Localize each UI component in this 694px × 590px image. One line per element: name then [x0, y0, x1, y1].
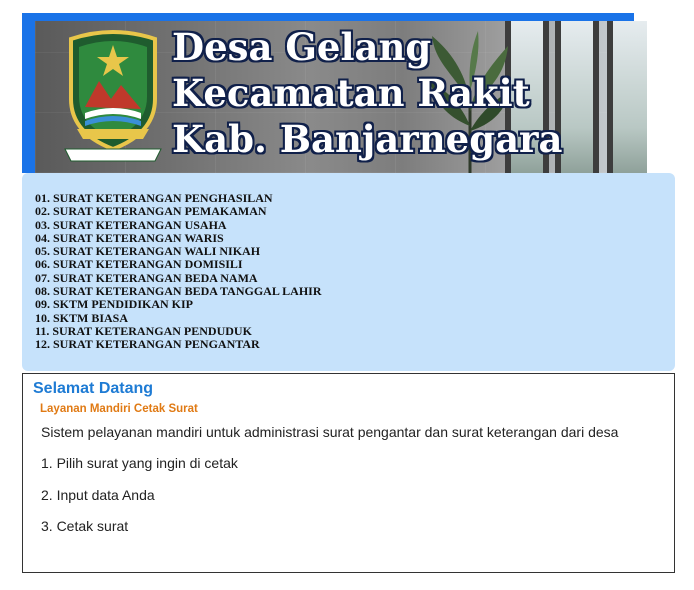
menu-item-beda-tanggal-lahir[interactable]: 08. SURAT KETERANGAN BEDA TANGGAL LAHIR [35, 284, 322, 298]
menu-item-beda-nama[interactable]: 07. SURAT KETERANGAN BEDA NAMA [35, 271, 322, 285]
menu-item-pemakaman[interactable]: 02. SURAT KETERANGAN PEMAKAMAN [35, 204, 322, 218]
menu-item-sktm-kip[interactable]: 09. SKTM PENDIDIKAN KIP [35, 298, 322, 312]
welcome-panel: Selamat Datang Layanan Mandiri Cetak Sur… [22, 373, 675, 573]
welcome-description: Sistem pelayanan mandiri untuk administr… [41, 424, 619, 440]
regency-logo [63, 29, 163, 165]
header-banner: Desa Gelang Kecamatan Rakit Kab. Banjarn… [35, 21, 647, 173]
letter-menu: 01. SURAT KETERANGAN PENGHASILAN 02. SUR… [22, 173, 675, 371]
welcome-title: Selamat Datang [33, 380, 154, 397]
menu-item-penduduk[interactable]: 11. SURAT KETERANGAN PENDUDUK [35, 324, 322, 338]
welcome-subtitle: Layanan Mandiri Cetak Surat [40, 403, 198, 415]
menu-item-penghasilan[interactable]: 01. SURAT KETERANGAN PENGHASILAN [35, 191, 322, 205]
regency-name: Kab. Banjarnegara [172, 117, 563, 161]
district-name: Kecamatan Rakit [172, 71, 530, 115]
letter-menu-list: 01. SURAT KETERANGAN PENGHASILAN 02. SUR… [35, 191, 322, 352]
header-title: Desa Gelang Kecamatan Rakit Kab. Banjarn… [172, 24, 563, 162]
banner-window [607, 21, 647, 173]
menu-item-usaha[interactable]: 03. SURAT KETERANGAN USAHA [35, 218, 322, 232]
step-item: 1. Pilih surat yang ingin di cetak [41, 455, 238, 471]
menu-item-wali-nikah[interactable]: 05. SURAT KETERANGAN WALI NIKAH [35, 244, 322, 258]
regency-crest-icon [64, 30, 162, 162]
menu-item-sktm-biasa[interactable]: 10. SKTM BIASA [35, 311, 322, 325]
village-name: Desa Gelang [172, 25, 432, 69]
step-item: 2. Input data Anda [41, 487, 155, 503]
menu-item-pengantar[interactable]: 12. SURAT KETERANGAN PENGANTAR [35, 337, 322, 351]
menu-item-waris[interactable]: 04. SURAT KETERANGAN WARIS [35, 231, 322, 245]
menu-item-domisili[interactable]: 06. SURAT KETERANGAN DOMISILI [35, 258, 322, 272]
step-item: 3. Cetak surat [41, 518, 129, 534]
